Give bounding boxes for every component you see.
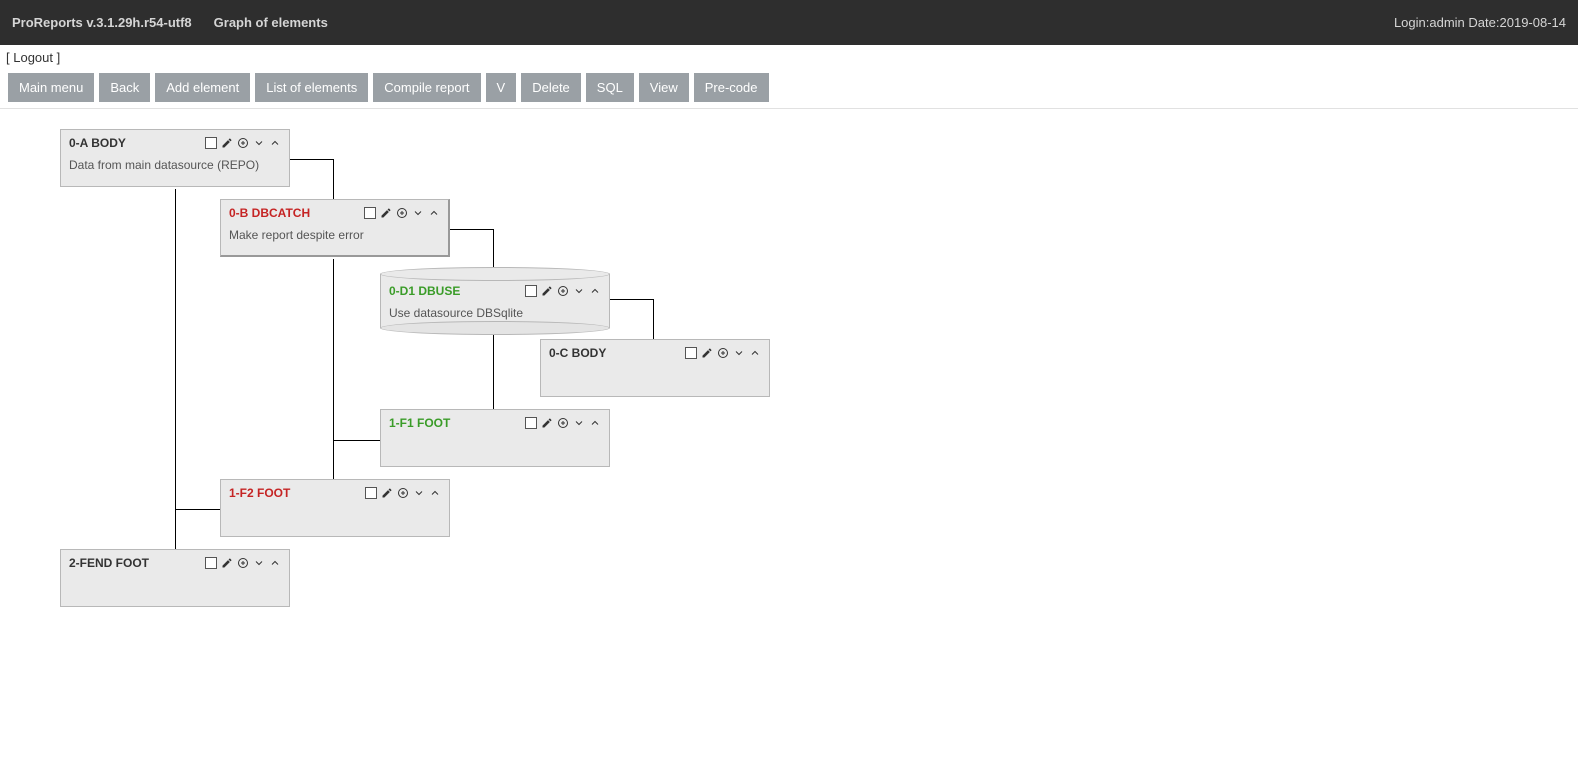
- app-title: ProReports v.3.1.29h.r54-utf8: [12, 15, 192, 30]
- list-of-elements-button[interactable]: List of elements: [255, 73, 368, 102]
- node-desc: [69, 578, 281, 592]
- node-desc: Make report despite error: [229, 228, 440, 242]
- v-button[interactable]: V: [486, 73, 517, 102]
- node-0a-body[interactable]: 0-A BODY Data from main datasource (REPO…: [60, 129, 290, 187]
- delete-button[interactable]: Delete: [521, 73, 581, 102]
- node-title: 1-F2 FOOT: [229, 486, 362, 500]
- pencil-icon[interactable]: [380, 207, 392, 219]
- node-desc: Data from main datasource (REPO): [69, 158, 281, 172]
- plus-circle-icon[interactable]: [557, 285, 569, 297]
- logout-row: [ Logout ]: [0, 45, 1578, 70]
- page-title: Graph of elements: [214, 15, 328, 30]
- node-title: 0-D1 DBUSE: [389, 284, 522, 298]
- node-icons: [365, 487, 441, 499]
- checkbox-icon[interactable]: [525, 285, 537, 297]
- node-2fend-foot[interactable]: 2-FEND FOOT: [60, 549, 290, 607]
- checkbox-icon[interactable]: [525, 417, 537, 429]
- chevron-down-icon[interactable]: [733, 347, 745, 359]
- node-icons: [685, 347, 761, 359]
- node-0c-body[interactable]: 0-C BODY: [540, 339, 770, 397]
- node-1f1-foot[interactable]: 1-F1 FOOT: [380, 409, 610, 467]
- chevron-up-icon[interactable]: [749, 347, 761, 359]
- chevron-up-icon[interactable]: [589, 285, 601, 297]
- session-info: Login:admin Date:2019-08-14: [1394, 15, 1566, 30]
- toolbar: Main menu Back Add element List of eleme…: [0, 70, 1578, 109]
- node-title: 1-F1 FOOT: [389, 416, 522, 430]
- pencil-icon[interactable]: [221, 557, 233, 569]
- precode-button[interactable]: Pre-code: [694, 73, 769, 102]
- graph-canvas: 0-A BODY Data from main datasource (REPO…: [60, 129, 1578, 629]
- checkbox-icon[interactable]: [364, 207, 376, 219]
- node-title: 0-C BODY: [549, 346, 682, 360]
- node-desc: [549, 368, 761, 382]
- chevron-up-icon[interactable]: [429, 487, 441, 499]
- node-icons: [205, 137, 281, 149]
- back-button[interactable]: Back: [99, 73, 150, 102]
- plus-circle-icon[interactable]: [397, 487, 409, 499]
- chevron-down-icon[interactable]: [253, 557, 265, 569]
- compile-report-button[interactable]: Compile report: [373, 73, 480, 102]
- checkbox-icon[interactable]: [365, 487, 377, 499]
- checkbox-icon[interactable]: [205, 137, 217, 149]
- node-icons: [205, 557, 281, 569]
- plus-circle-icon[interactable]: [237, 137, 249, 149]
- pencil-icon[interactable]: [541, 285, 553, 297]
- node-0b-dbcatch[interactable]: 0-B DBCATCH Make report despite error: [220, 199, 450, 257]
- chevron-down-icon[interactable]: [413, 487, 425, 499]
- chevron-up-icon[interactable]: [269, 137, 281, 149]
- node-icons: [525, 285, 601, 297]
- top-bar: ProReports v.3.1.29h.r54-utf8 Graph of e…: [0, 0, 1578, 45]
- plus-circle-icon[interactable]: [557, 417, 569, 429]
- plus-circle-icon[interactable]: [396, 207, 408, 219]
- sql-button[interactable]: SQL: [586, 73, 634, 102]
- node-desc: [229, 508, 441, 522]
- node-icons: [525, 417, 601, 429]
- node-title: 0-B DBCATCH: [229, 206, 361, 220]
- plus-circle-icon[interactable]: [717, 347, 729, 359]
- main-menu-button[interactable]: Main menu: [8, 73, 94, 102]
- node-title: 2-FEND FOOT: [69, 556, 202, 570]
- pencil-icon[interactable]: [541, 417, 553, 429]
- view-button[interactable]: View: [639, 73, 689, 102]
- chevron-down-icon[interactable]: [573, 285, 585, 297]
- node-1f2-foot[interactable]: 1-F2 FOOT: [220, 479, 450, 537]
- node-0d1-dbuse[interactable]: 0-D1 DBUSE Use datasource DBSqlite: [380, 274, 610, 328]
- node-title: 0-A BODY: [69, 136, 202, 150]
- chevron-up-icon[interactable]: [589, 417, 601, 429]
- chevron-down-icon[interactable]: [253, 137, 265, 149]
- checkbox-icon[interactable]: [685, 347, 697, 359]
- chevron-down-icon[interactable]: [573, 417, 585, 429]
- pencil-icon[interactable]: [381, 487, 393, 499]
- chevron-up-icon[interactable]: [269, 557, 281, 569]
- add-element-button[interactable]: Add element: [155, 73, 250, 102]
- node-desc: [389, 438, 601, 452]
- node-icons: [364, 207, 440, 219]
- pencil-icon[interactable]: [221, 137, 233, 149]
- pencil-icon[interactable]: [701, 347, 713, 359]
- chevron-up-icon[interactable]: [428, 207, 440, 219]
- plus-circle-icon[interactable]: [237, 557, 249, 569]
- logout-link[interactable]: Logout: [13, 50, 53, 65]
- checkbox-icon[interactable]: [205, 557, 217, 569]
- chevron-down-icon[interactable]: [412, 207, 424, 219]
- node-desc: Use datasource DBSqlite: [389, 306, 601, 320]
